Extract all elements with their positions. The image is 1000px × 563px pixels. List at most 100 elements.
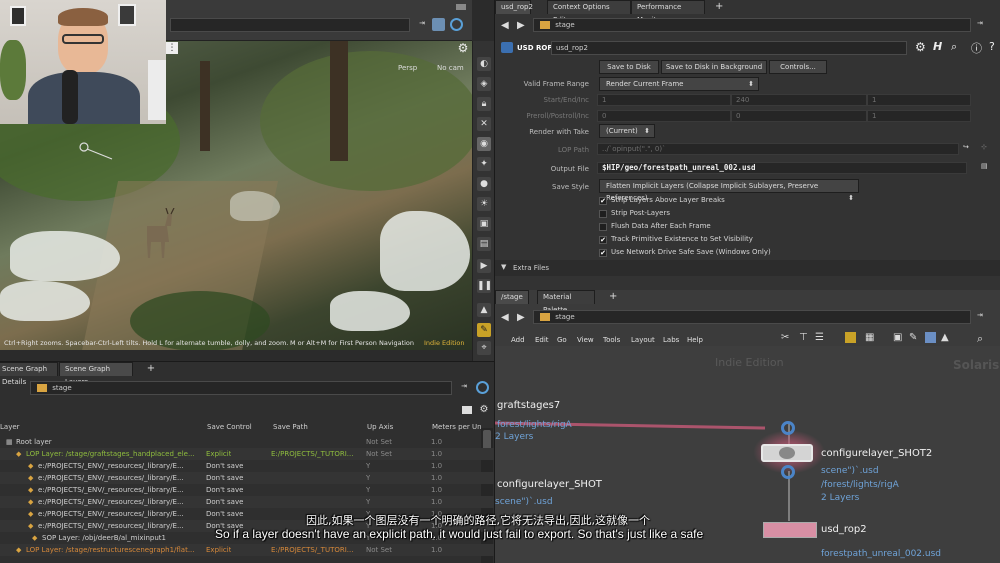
cube-icon[interactable]: [432, 18, 445, 31]
snap-icon[interactable]: ⌖: [477, 341, 491, 355]
checkbox[interactable]: ✔: [599, 236, 607, 244]
menu-layout[interactable]: Layout: [631, 336, 655, 344]
input-connector[interactable]: [781, 421, 795, 435]
light-handle-icon[interactable]: [78, 141, 114, 161]
file-chooser-icon[interactable]: ▤: [981, 162, 988, 170]
search-icon[interactable]: ⌕: [977, 332, 983, 346]
gear-icon[interactable]: ⚙: [915, 40, 926, 54]
col-save-control[interactable]: Save Control: [207, 423, 252, 435]
node-name-field[interactable]: usd_rop2: [551, 41, 907, 55]
tab-performance-monitor[interactable]: Performance Monitor: [631, 0, 705, 24]
pin-icon[interactable]: ⇥: [416, 19, 428, 27]
shading-icon[interactable]: ●: [477, 177, 491, 191]
menu-edit[interactable]: Edit: [535, 336, 549, 344]
geometry-icon[interactable]: ▲: [477, 303, 491, 317]
help-icon[interactable]: ?: [989, 40, 995, 53]
pin-icon[interactable]: ⇥: [458, 382, 470, 390]
tab-scene-graph-details[interactable]: Scene Graph Details: [0, 362, 58, 386]
preroll-inc-field[interactable]: 1: [867, 110, 971, 122]
table-row[interactable]: ◆ e:/PROJECTS/_ENV/_resources/_library/E.…: [0, 472, 494, 484]
gear-icon[interactable]: ⚙: [456, 41, 470, 55]
table-icon[interactable]: ▦: [865, 332, 874, 343]
menu-help[interactable]: Help: [687, 336, 703, 344]
save-to-disk-button[interactable]: Save to Disk: [599, 60, 659, 74]
flipbook-icon[interactable]: ▶: [477, 259, 491, 273]
col-up-axis[interactable]: Up Axis: [367, 423, 393, 435]
ghost-icon[interactable]: ◈: [477, 77, 491, 91]
configurelayer-shot2-name[interactable]: configurelayer_SHOT2: [821, 448, 932, 459]
col-save-path[interactable]: Save Path: [273, 423, 308, 435]
persp-menu[interactable]: Persp: [398, 64, 417, 72]
pin-icon[interactable]: ⇥: [977, 19, 983, 27]
tab-context-options-editor[interactable]: Context Options Editor: [547, 0, 631, 24]
add-tab-icon[interactable]: +: [609, 291, 617, 302]
forward-arrow-icon[interactable]: ▶: [517, 20, 525, 31]
inc-field[interactable]: 1: [867, 94, 971, 106]
usd-rop2-node[interactable]: [763, 522, 817, 538]
display-options-icon[interactable]: ◐: [477, 57, 491, 71]
extra-files-folder[interactable]: ▼ Extra Files: [495, 260, 1000, 276]
pause-icon[interactable]: ❚❚: [477, 279, 492, 293]
tools-icon[interactable]: ✂: [781, 332, 789, 343]
configurelayer-shot-name[interactable]: configurelayer_SHOT: [497, 479, 602, 490]
menu-go[interactable]: Go: [557, 336, 567, 344]
node-chooser-icon[interactable]: ⊹: [981, 143, 987, 151]
list-icon[interactable]: ☰: [815, 332, 824, 343]
lop-path-field[interactable]: ../`opinput(".", 0)`: [597, 143, 959, 155]
shape-icon[interactable]: ▲: [941, 332, 949, 343]
tab-stage[interactable]: /stage: [495, 290, 529, 304]
table-row[interactable]: ▦ Root layer Not Set 1.0: [0, 436, 494, 448]
checkbox[interactable]: ✔: [599, 197, 607, 205]
output-file-field[interactable]: $HIP/geo/forestpath_unreal_002.usd: [597, 162, 967, 174]
parameter-path-dropdown[interactable]: stage: [533, 18, 971, 32]
gear-icon[interactable]: ⚙: [478, 404, 490, 415]
render-icon[interactable]: ◉: [477, 137, 491, 151]
menu-tools[interactable]: Tools: [603, 336, 620, 344]
image-icon[interactable]: ▣: [893, 332, 902, 343]
configurelayer-shot2-node[interactable]: [761, 444, 813, 462]
jump-icon[interactable]: ↪: [963, 143, 969, 151]
save-to-disk-background-button[interactable]: Save to Disk in Background: [661, 60, 767, 74]
menu-add[interactable]: Add: [511, 336, 525, 344]
headlight-icon[interactable]: ☀: [477, 197, 491, 211]
table-row[interactable]: ◆ LOP Layer: /stage/restructurescenegraph…: [0, 544, 494, 556]
back-arrow-icon[interactable]: ◀: [501, 20, 509, 31]
col-layer[interactable]: Layer: [0, 423, 20, 435]
snapshot-icon[interactable]: ▤: [477, 237, 491, 251]
back-arrow-icon[interactable]: ◀: [501, 312, 509, 323]
pin-icon[interactable]: ⇥: [977, 311, 983, 319]
table-row[interactable]: ◆ e:/PROJECTS/_ENV/_resources/_library/E.…: [0, 484, 494, 496]
save-style-dropdown[interactable]: Flatten Implicit Layers (Collapse Implic…: [599, 179, 859, 202]
help-h-icon[interactable]: H: [933, 40, 942, 53]
save-icon[interactable]: [462, 406, 472, 414]
lock-icon[interactable]: 🔒︎: [477, 97, 491, 111]
end-field[interactable]: 240: [731, 94, 867, 106]
table-row[interactable]: ◆ e:/PROJECTS/_ENV/_resources/_library/E.…: [0, 460, 494, 472]
tab-scene-graph-layers[interactable]: Scene Graph Layers: [59, 362, 133, 386]
scene-graph-path-dropdown[interactable]: stage: [30, 381, 452, 395]
checkbox[interactable]: [599, 210, 607, 218]
handle-icon[interactable]: ✎: [477, 323, 491, 337]
camera-icon[interactable]: ▣: [477, 217, 491, 231]
forward-arrow-icon[interactable]: ▶: [517, 312, 525, 323]
tab-material-palette[interactable]: Material Palette: [537, 290, 595, 314]
usd-rop2-name[interactable]: usd_rop2: [821, 524, 867, 535]
camera-menu[interactable]: No cam: [437, 64, 464, 72]
viewport-path-dropdown[interactable]: [170, 18, 410, 32]
menu-labs[interactable]: Labs: [663, 336, 679, 344]
tree-icon[interactable]: ⊤: [799, 332, 808, 343]
render-take-dropdown[interactable]: (Current) ⬍: [599, 124, 655, 138]
close-icon[interactable]: ✕: [477, 117, 491, 131]
controls-button[interactable]: Controls...: [769, 60, 827, 74]
table-row[interactable]: ◆ LOP Layer: /stage/graftstages_handplace…: [0, 448, 494, 460]
light-icon[interactable]: ✦: [477, 157, 491, 171]
menu-view[interactable]: View: [577, 336, 594, 344]
color-icon[interactable]: [925, 332, 936, 343]
view-menu-icon[interactable]: ⋮: [166, 42, 178, 54]
add-tab-icon[interactable]: +: [146, 364, 156, 374]
start-field[interactable]: 1: [597, 94, 731, 106]
grid-icon[interactable]: [845, 332, 856, 343]
search-icon[interactable]: ⌕: [951, 40, 957, 54]
tab-usd-rop2[interactable]: usd_rop2: [495, 0, 533, 14]
network-path-dropdown[interactable]: stage: [533, 310, 971, 324]
